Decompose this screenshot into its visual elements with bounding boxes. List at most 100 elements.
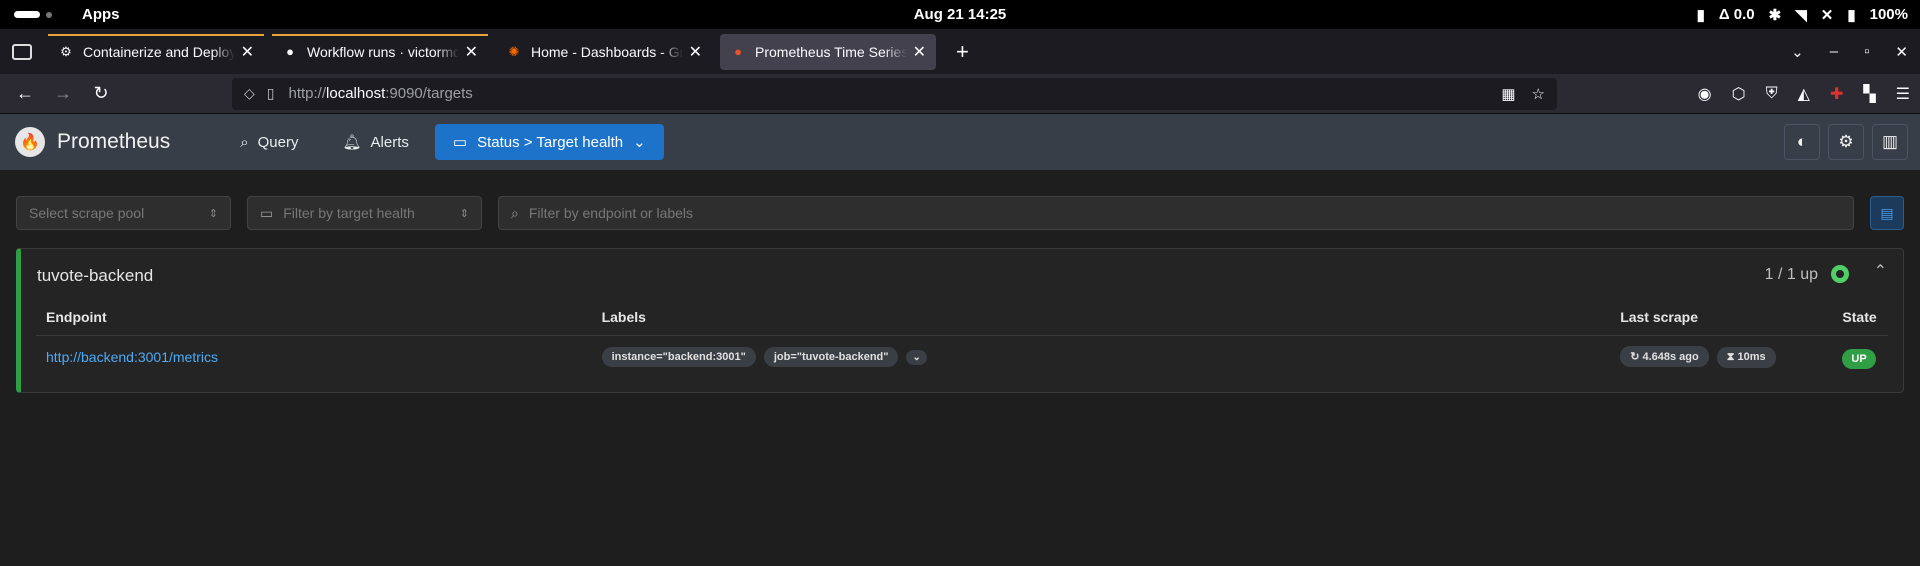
tab-title: Containerize and Deploy W [83,43,235,60]
endpoint-link[interactable]: http://backend:3001/metrics [46,349,218,365]
tracking-shield-icon[interactable]: ◇ [244,85,255,102]
scrape-pool-card: tuvote-backend 1 / 1 up ⌃ Endpoint Label… [16,248,1904,393]
battery-icon[interactable]: ▮ [1847,6,1855,24]
last-scrape-badge: ↻ 4.648s ago [1620,346,1709,367]
bookmark-star-icon[interactable]: ☆ [1532,85,1545,103]
refresh-icon: ↻ [1630,351,1643,363]
url-prefix: http:// [288,85,327,102]
state-badge: UP [1842,349,1876,369]
last-scrape-value: 4.648s ago [1642,351,1699,363]
reload-icon[interactable]: ↻ [84,79,118,109]
scrape-pool-select[interactable]: Select scrape pool ⇕ [16,196,231,230]
tab-workflow-runs[interactable]: ● Workflow runs · victormde ✕ [272,33,488,70]
chevron-up-icon[interactable]: ⌃ [1874,261,1887,281]
target-filters: Select scrape pool ⇕ ▭ Filter by target … [16,196,1904,230]
menu-icon[interactable]: ☰ [1896,84,1910,104]
docs-book-icon[interactable]: ▥ [1872,124,1908,160]
github-icon: ● [286,44,294,59]
apps-menu[interactable]: Apps [82,6,120,23]
health-filter-icon: ▭ [260,204,274,221]
tab-containerize[interactable]: ⚙ Containerize and Deploy W ✕ [48,33,264,70]
collapse-all-button[interactable]: ▤ [1870,196,1904,230]
tab-title: Workflow runs · victormde [307,43,459,60]
col-state: State [1832,303,1888,336]
prometheus-brand[interactable]: Prometheus [57,130,170,154]
settings-gear-icon[interactable]: ⚙ [1828,124,1864,160]
close-tab-icon[interactable]: ✕ [689,42,702,62]
tab-grafana[interactable]: ✺ Home - Dashboards - Grafa ✕ [496,34,712,70]
nav-query-label: Query [257,133,299,151]
target-health-select[interactable]: ▭ Filter by target health ⇕ [247,196,482,230]
health-ring-icon [1831,265,1849,283]
select-arrows-icon: ⇕ [459,207,469,220]
col-labels: Labels [591,303,1611,336]
accessibility-icon[interactable]: ✱ [1769,6,1782,24]
hourglass-icon: ⧗ [1726,351,1738,363]
nav-query[interactable]: ⌕ Query [222,124,316,160]
scrape-duration-value: 10ms [1737,351,1766,363]
activities-indicator[interactable] [14,11,40,18]
grafana-icon: ✺ [508,43,520,59]
nav-alerts[interactable]: 🔔︎ Alerts [325,124,427,160]
prometheus-logo-icon[interactable]: 🔥 [15,127,45,157]
search-icon: ⌕ [240,133,249,151]
col-last-scrape: Last scrape [1610,303,1833,336]
chevron-down-icon: ⌄ [633,134,646,151]
url-host: localhost [326,85,386,102]
forward-icon[interactable]: → [46,79,80,109]
tab-title: Home - Dashboards - Grafa [531,43,683,60]
url-path: :9090/targets [385,85,473,102]
close-tab-icon[interactable]: ✕ [913,42,926,62]
search-placeholder: Filter by endpoint or labels [528,205,694,221]
minimize-icon[interactable]: – [1830,43,1838,60]
system-top-bar: Apps Aug 21 14:25 ▮ Δ 0.0 ✱ ◥ ✕ ▮ 100% [0,0,1920,29]
maximize-icon[interactable]: ▫ [1864,43,1869,60]
battery-level: 100% [1869,6,1908,23]
close-tab-icon[interactable]: ✕ [465,42,478,62]
scrape-pool-name[interactable]: tuvote-backend [37,266,153,286]
table-row: http://backend:3001/metrics instance="ba… [36,336,1888,379]
ublock-icon[interactable]: ⛨ [1766,85,1778,103]
extension-chart-icon[interactable]: ◭ [1798,84,1810,104]
mute-icon[interactable]: ✕ [1821,6,1834,24]
clock[interactable]: Aug 21 14:25 [914,6,1007,23]
endpoint-search-input[interactable]: ⌕ Filter by endpoint or labels [498,196,1854,230]
extensions-icon[interactable]: ⬡ [1732,84,1746,104]
tab-title: Prometheus Time Series Co [755,43,907,60]
openai-icon: ⚙ [60,43,72,59]
tab-prometheus[interactable]: ● Prometheus Time Series Co ✕ [720,33,936,70]
page-info-icon[interactable]: ▯ [267,85,275,102]
close-tab-icon[interactable]: ✕ [241,42,254,62]
targets-table: Endpoint Labels Last scrape State http:/… [36,303,1888,378]
tab-overview-icon[interactable] [12,43,32,60]
extension-red-icon[interactable]: ✚ [1830,84,1843,104]
account-icon[interactable]: ◉ [1698,84,1712,104]
bell-icon: 🔔︎ [342,134,362,151]
browser-nav-bar: ← → ↻ ◇ ▯ http://localhost:9090/targets … [0,74,1920,114]
close-window-icon[interactable]: ✕ [1895,43,1908,61]
prometheus-header: 🔥 Prometheus ⌕ Query 🔔︎ Alerts ▭ Status … [0,114,1920,170]
nav-status-dropdown[interactable]: ▭ Status > Target health ⌄ [434,124,664,160]
theme-toggle-icon[interactable]: ◐ [1784,124,1820,160]
new-tab-icon[interactable]: + [956,39,969,65]
back-icon[interactable]: ← [8,79,42,109]
cpu-indicator[interactable]: Δ 0.0 [1719,6,1755,23]
scrape-duration-badge: ⧗ 10ms [1716,347,1776,368]
extension-grid-icon[interactable]: ▚ [1863,84,1875,104]
search-icon: ⌕ [511,204,519,221]
expand-labels-button[interactable]: ⌄ [906,350,927,365]
nav-alerts-label: Alerts [370,133,409,151]
scrape-pool-placeholder: Select scrape pool [29,205,145,221]
select-arrows-icon: ⇕ [208,207,218,220]
label-badge: job="tuvote-backend" [763,347,899,367]
wifi-icon[interactable]: ◥ [1795,6,1807,24]
qr-code-icon[interactable]: ▦ [1501,85,1515,103]
collapse-icon: ▤ [1880,204,1894,221]
col-endpoint: Endpoint [36,303,592,336]
list-all-tabs-icon[interactable]: ⌄ [1791,43,1804,61]
url-bar[interactable]: ◇ ▯ http://localhost:9090/targets ▦ ☆ [232,77,1557,110]
clipboard-icon[interactable]: ▮ [1697,6,1705,24]
prometheus-icon: ● [734,44,742,59]
up-count: 1 / 1 up [1764,266,1818,283]
nav-status-label: Status > Target health [477,133,624,151]
